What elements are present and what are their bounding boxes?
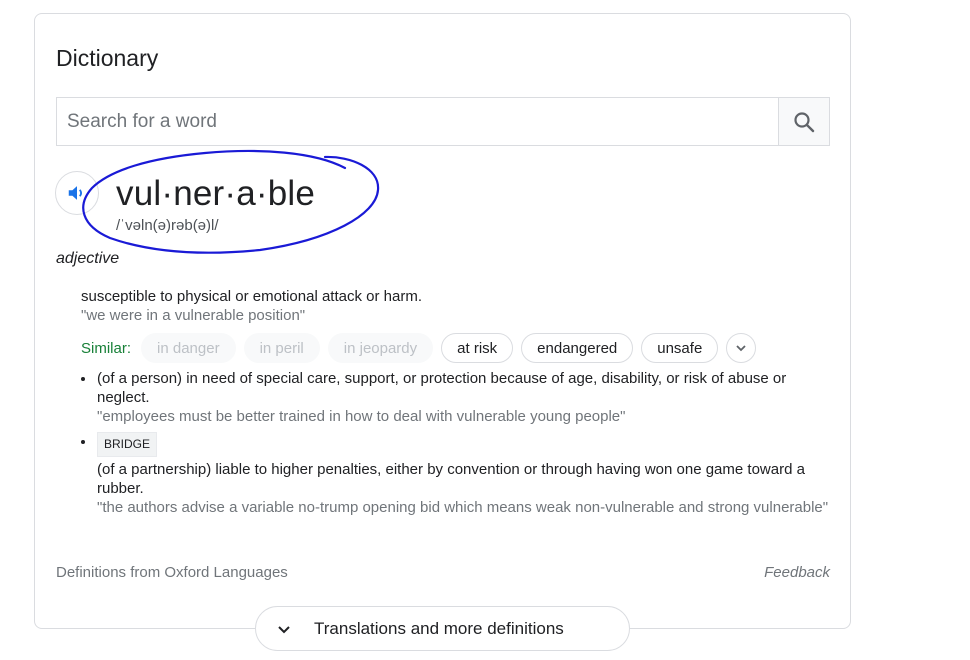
similar-chip-unsafe[interactable]: unsafe: [641, 333, 719, 363]
domain-label: BRIDGE: [97, 432, 158, 457]
search-button[interactable]: [778, 98, 829, 145]
similar-chip-in-peril[interactable]: in peril: [243, 333, 320, 363]
similar-label: Similar:: [81, 339, 132, 357]
part-of-speech: adjective: [56, 250, 120, 267]
chevron-down-icon: [278, 625, 290, 633]
speaker-icon: [68, 186, 83, 200]
example-2: "employees must be better trained in how…: [97, 408, 626, 425]
more-button-label: Translations and more definitions: [314, 618, 564, 638]
translations-more-definitions-button[interactable]: Translations and more definitions: [255, 606, 630, 651]
sense-item-3: BRIDGE (of a partnership) liable to high…: [81, 432, 841, 517]
expand-similar-button[interactable]: [726, 333, 757, 363]
pronunciation-button[interactable]: [55, 171, 99, 215]
similar-chip-in-jeopardy[interactable]: in jeopardy: [327, 333, 434, 363]
bullet-icon: [81, 440, 85, 444]
phonetic-spelling: /ˈvəln(ə)rəb(ə)l/: [116, 217, 219, 234]
similar-chip-endangered[interactable]: endangered: [521, 333, 634, 363]
example-1: "we were in a vulnerable position": [81, 307, 306, 324]
example-3: "the authors advise a variable no-trump …: [97, 499, 829, 516]
definition-2: (of a person) in need of special care, s…: [97, 370, 787, 406]
source-attribution: Definitions from Oxford Languages: [56, 564, 288, 581]
similar-chip-at-risk[interactable]: at risk: [441, 333, 514, 363]
search-box: [56, 97, 830, 146]
bullet-icon: [81, 377, 85, 381]
similar-words-row: Similar: in danger in peril in jeopardy …: [81, 332, 757, 364]
chevron-down-icon: [736, 345, 746, 352]
dictionary-card: Dictionary vul·ner·a·ble /ˈvəln(ə)rəb(ə)…: [34, 13, 851, 629]
search-input[interactable]: [57, 98, 779, 145]
headword: vul·ner·a·ble: [116, 174, 316, 213]
definition-1: susceptible to physical or emotional att…: [81, 288, 422, 305]
sense-item-2: (of a person) in need of special care, s…: [81, 369, 841, 426]
feedback-link[interactable]: Feedback: [764, 564, 830, 581]
card-title: Dictionary: [56, 45, 159, 71]
search-icon: [794, 111, 815, 132]
definition-3: (of a partnership) liable to higher pena…: [97, 461, 805, 497]
similar-chip-in-danger[interactable]: in danger: [141, 333, 236, 363]
